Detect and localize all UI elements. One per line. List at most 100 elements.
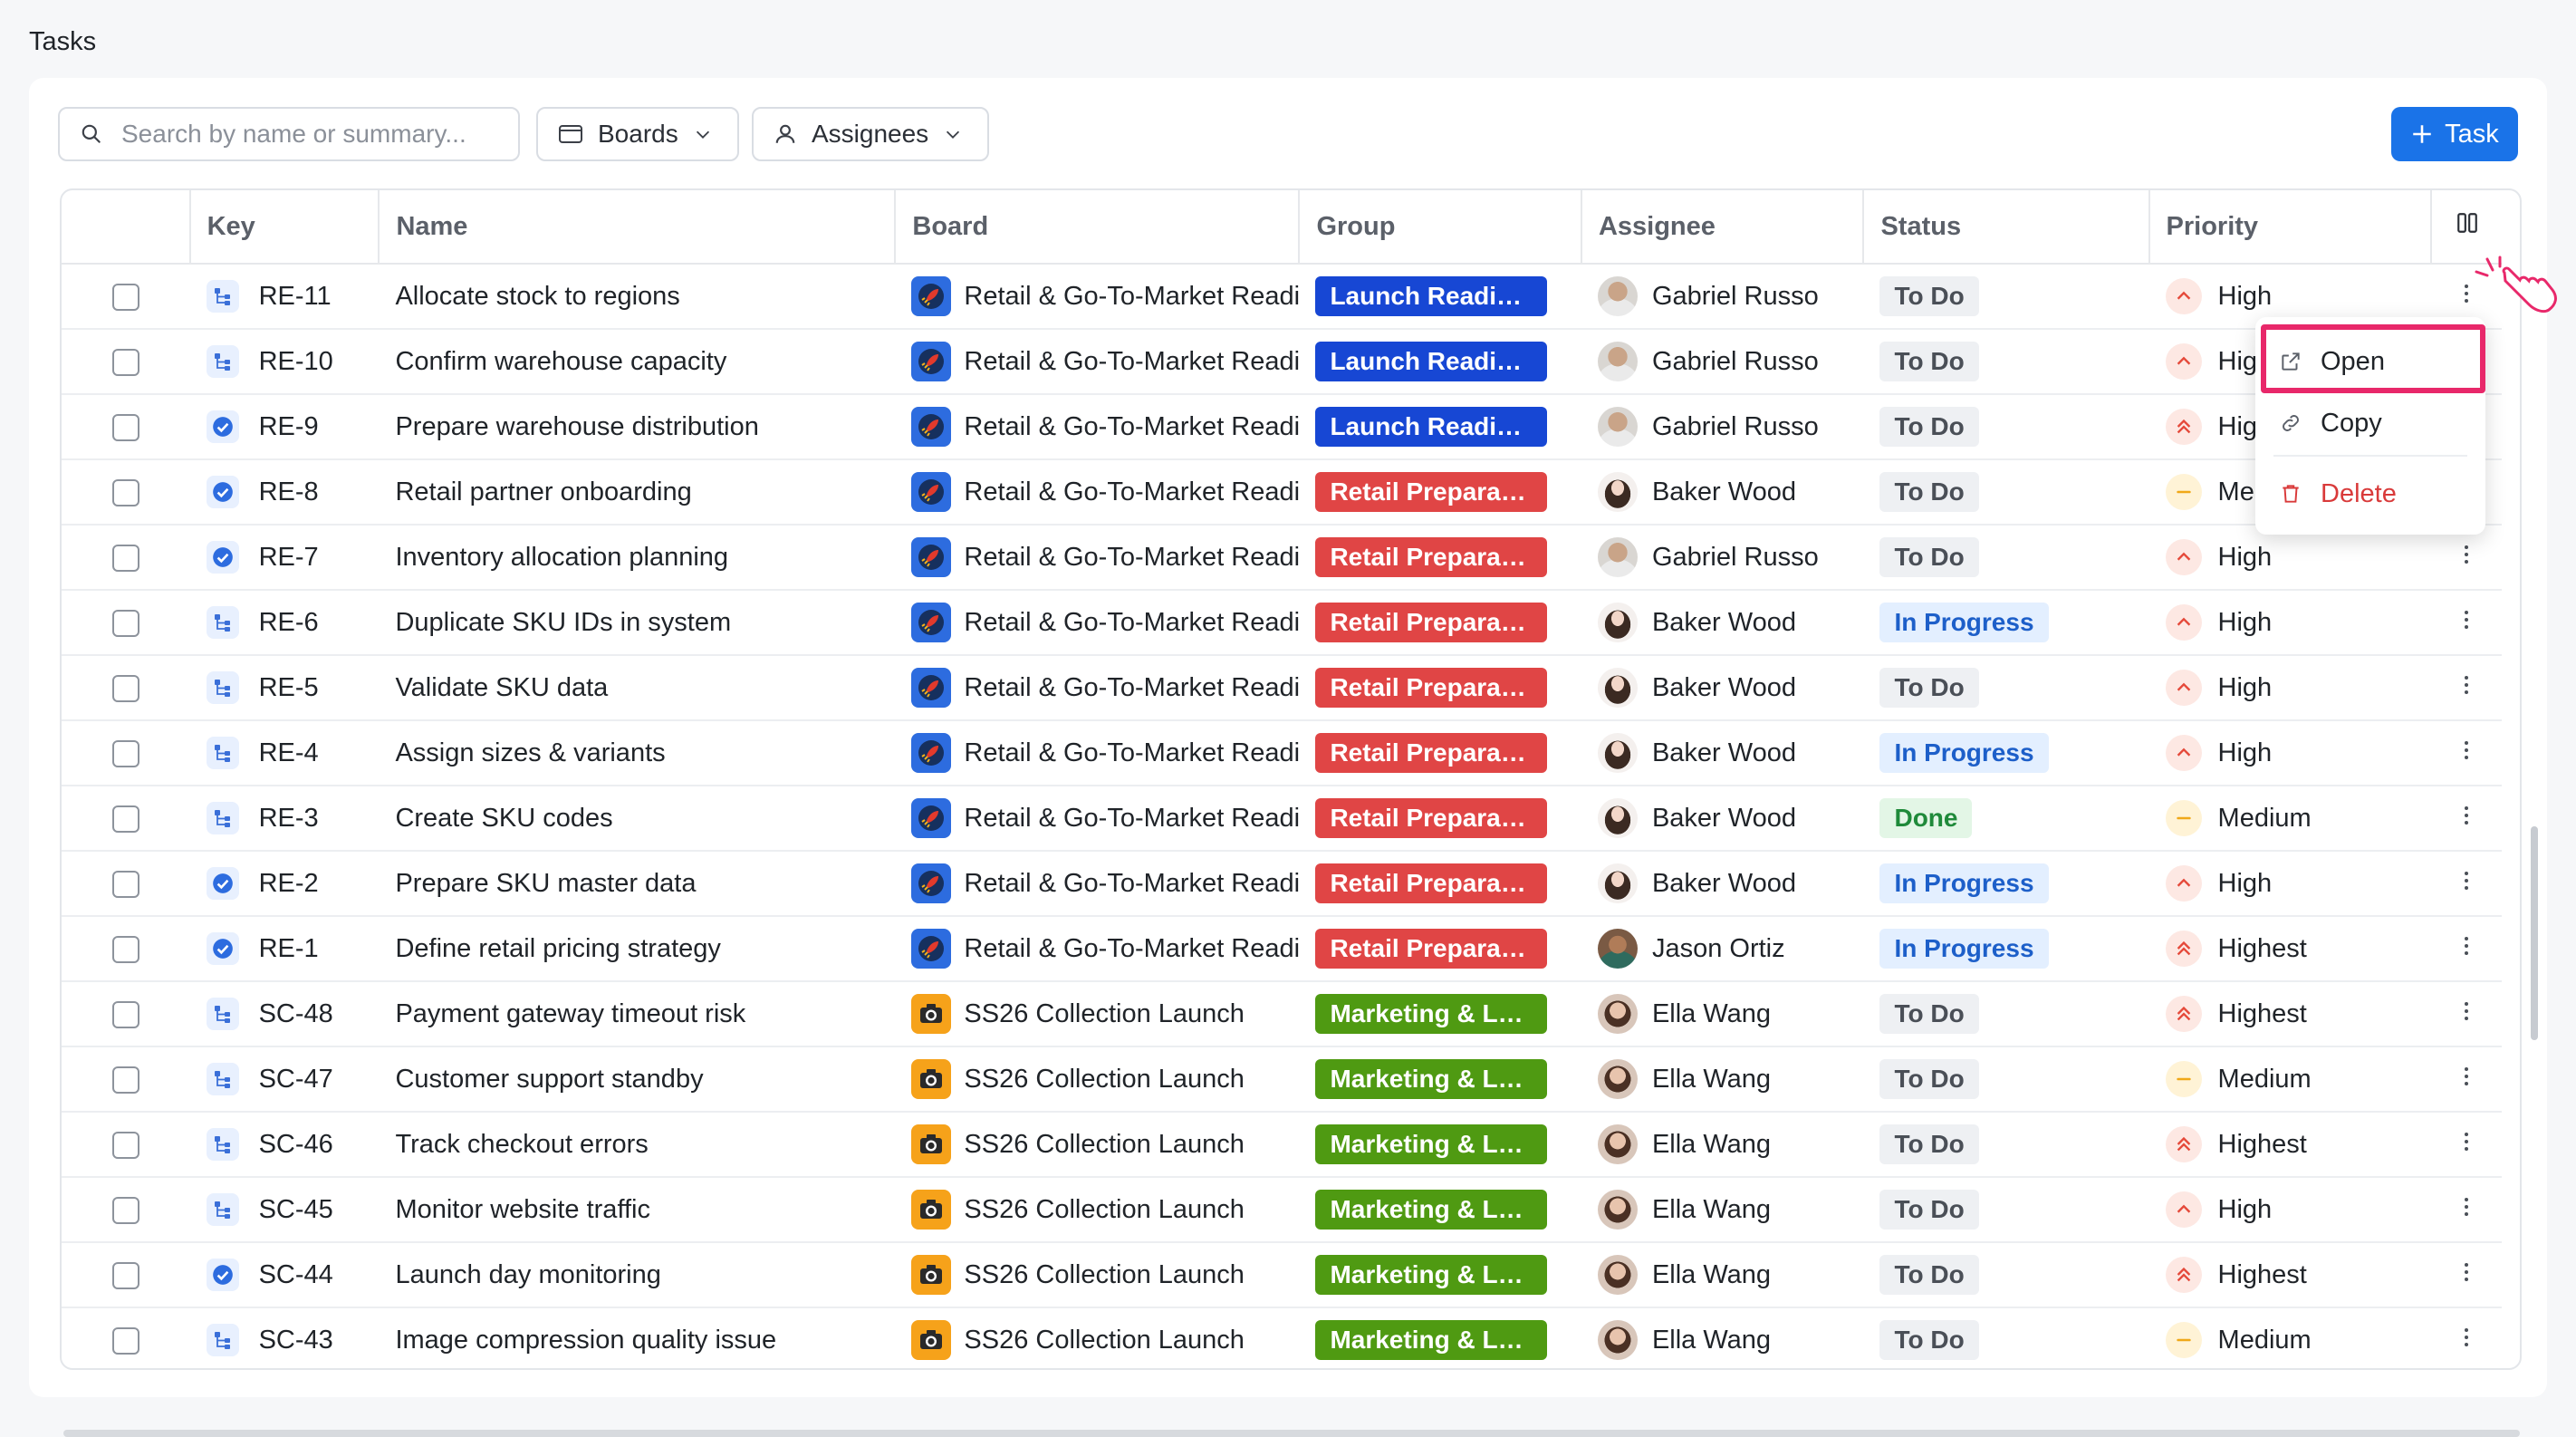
task-key[interactable]: RE-4 bbox=[259, 738, 319, 768]
task-name[interactable]: Image compression quality issue bbox=[395, 1326, 776, 1355]
row-actions-button[interactable] bbox=[2431, 720, 2502, 786]
table-row[interactable]: RE-6 Duplicate SKU IDs in system Retail & … bbox=[62, 590, 2502, 656]
status-badge[interactable]: To Do bbox=[1879, 407, 1979, 447]
task-name[interactable]: Validate SKU data bbox=[395, 673, 608, 702]
column-header-name[interactable]: Name bbox=[379, 190, 897, 265]
search-box[interactable] bbox=[58, 107, 520, 161]
row-checkbox[interactable] bbox=[111, 805, 139, 833]
column-header-key[interactable]: Key bbox=[189, 190, 380, 265]
column-header-status[interactable]: Status bbox=[1863, 190, 2150, 265]
row-actions-button[interactable] bbox=[2431, 786, 2502, 852]
assignees-filter-button[interactable]: Assignees bbox=[752, 107, 989, 161]
table-row[interactable]: SC-45 Monitor website traffic SS26 Collect… bbox=[62, 1177, 2502, 1243]
row-checkbox[interactable] bbox=[111, 1131, 139, 1159]
table-row[interactable]: RE-5 Validate SKU data Retail & Go-To-Mark… bbox=[62, 655, 2502, 721]
row-checkbox[interactable] bbox=[111, 413, 139, 441]
status-badge[interactable]: To Do bbox=[1879, 1190, 1979, 1230]
task-key[interactable]: RE-10 bbox=[259, 347, 333, 377]
table-row[interactable]: SC-44 Launch day monitoring SS26 Collectio… bbox=[62, 1242, 2502, 1308]
status-badge[interactable]: In Progress bbox=[1879, 929, 2049, 969]
status-badge[interactable]: In Progress bbox=[1879, 603, 2049, 642]
horizontal-scrollbar[interactable] bbox=[63, 1430, 2520, 1437]
row-actions-button[interactable] bbox=[2431, 916, 2502, 982]
task-key[interactable]: RE-11 bbox=[259, 282, 332, 312]
task-key[interactable]: SC-44 bbox=[259, 1260, 333, 1290]
copy-menu-item[interactable]: Copy bbox=[2255, 395, 2485, 451]
status-badge[interactable]: To Do bbox=[1879, 994, 1979, 1034]
row-checkbox[interactable] bbox=[111, 674, 139, 702]
status-badge[interactable]: To Do bbox=[1879, 472, 1979, 512]
row-actions-button[interactable] bbox=[2431, 1307, 2502, 1368]
row-checkbox[interactable] bbox=[111, 1261, 139, 1289]
column-settings-button[interactable] bbox=[2431, 190, 2502, 265]
row-actions-button[interactable] bbox=[2431, 981, 2502, 1047]
task-name[interactable]: Launch day monitoring bbox=[395, 1260, 660, 1289]
task-key[interactable]: SC-43 bbox=[259, 1326, 333, 1355]
row-checkbox[interactable] bbox=[111, 544, 139, 572]
status-badge[interactable]: In Progress bbox=[1879, 733, 2049, 773]
status-badge[interactable]: To Do bbox=[1879, 342, 1979, 381]
table-row[interactable]: SC-43 Image compression quality issue SS26… bbox=[62, 1307, 2502, 1368]
column-header-assignee[interactable]: Assignee bbox=[1581, 190, 1865, 265]
delete-menu-item[interactable]: Delete bbox=[2255, 466, 2485, 522]
status-badge[interactable]: To Do bbox=[1879, 1124, 1979, 1164]
task-key[interactable]: RE-3 bbox=[259, 804, 319, 834]
table-row[interactable]: RE-3 Create SKU codes Retail & Go-To-Marke… bbox=[62, 786, 2502, 852]
row-checkbox[interactable] bbox=[111, 609, 139, 637]
row-checkbox[interactable] bbox=[111, 739, 139, 767]
status-badge[interactable]: To Do bbox=[1879, 1255, 1979, 1295]
task-name[interactable]: Payment gateway timeout risk bbox=[395, 999, 745, 1028]
task-name[interactable]: Confirm warehouse capacity bbox=[395, 347, 726, 376]
table-row[interactable]: RE-9 Prepare warehouse distribution Retail… bbox=[62, 394, 2502, 460]
task-name[interactable]: Retail partner onboarding bbox=[395, 477, 691, 506]
task-key[interactable]: RE-2 bbox=[259, 869, 319, 899]
row-actions-button[interactable] bbox=[2431, 590, 2502, 656]
table-row[interactable]: SC-48 Payment gateway timeout risk SS26 Co… bbox=[62, 981, 2502, 1047]
task-key[interactable]: RE-6 bbox=[259, 608, 319, 638]
status-badge[interactable]: To Do bbox=[1879, 668, 1979, 708]
task-key[interactable]: RE-9 bbox=[259, 412, 319, 442]
vertical-scrollbar[interactable] bbox=[2531, 826, 2538, 1040]
table-row[interactable]: RE-10 Confirm warehouse capacity Retail & … bbox=[62, 329, 2502, 395]
row-actions-button[interactable] bbox=[2431, 1177, 2502, 1243]
row-checkbox[interactable] bbox=[111, 348, 139, 376]
task-key[interactable]: RE-8 bbox=[259, 477, 319, 507]
status-badge[interactable]: To Do bbox=[1879, 1059, 1979, 1099]
search-input[interactable] bbox=[120, 119, 504, 149]
row-checkbox[interactable] bbox=[111, 283, 139, 311]
row-actions-button[interactable] bbox=[2431, 851, 2502, 917]
row-actions-button[interactable] bbox=[2431, 1112, 2502, 1178]
row-checkbox[interactable] bbox=[111, 1326, 139, 1355]
table-row[interactable]: RE-1 Define retail pricing strategy Retail… bbox=[62, 916, 2502, 982]
status-badge[interactable]: To Do bbox=[1879, 276, 1979, 316]
task-name[interactable]: Customer support standby bbox=[395, 1065, 703, 1094]
task-name[interactable]: Prepare warehouse distribution bbox=[395, 412, 758, 441]
open-menu-item[interactable]: Open bbox=[2255, 333, 2485, 390]
status-badge[interactable]: Done bbox=[1879, 798, 1973, 838]
table-row[interactable]: RE-8 Retail partner onboarding Retail & Go… bbox=[62, 459, 2502, 526]
task-name[interactable]: Duplicate SKU IDs in system bbox=[395, 608, 731, 637]
row-actions-button[interactable] bbox=[2431, 1242, 2502, 1308]
row-checkbox[interactable] bbox=[111, 935, 139, 963]
table-row[interactable]: SC-47 Customer support standby SS26 Collec… bbox=[62, 1046, 2502, 1113]
row-checkbox[interactable] bbox=[111, 478, 139, 506]
task-name[interactable]: Monitor website traffic bbox=[395, 1195, 650, 1224]
row-actions-button[interactable] bbox=[2431, 1046, 2502, 1113]
task-name[interactable]: Assign sizes & variants bbox=[395, 738, 665, 767]
status-badge[interactable]: To Do bbox=[1879, 537, 1979, 577]
task-key[interactable]: SC-45 bbox=[259, 1195, 333, 1225]
task-key[interactable]: SC-46 bbox=[259, 1130, 333, 1160]
task-name[interactable]: Prepare SKU master data bbox=[395, 869, 696, 898]
task-key[interactable]: RE-1 bbox=[259, 934, 319, 964]
column-header-group[interactable]: Group bbox=[1299, 190, 1582, 265]
column-header-priority[interactable]: Priority bbox=[2148, 190, 2433, 265]
table-row[interactable]: RE-11 Allocate stock to regions Retail & G… bbox=[62, 264, 2502, 330]
status-badge[interactable]: To Do bbox=[1879, 1320, 1979, 1360]
row-checkbox[interactable] bbox=[111, 1196, 139, 1224]
table-row[interactable]: RE-2 Prepare SKU master data Retail & Go-T… bbox=[62, 851, 2502, 917]
column-header-board[interactable]: Board bbox=[895, 190, 1301, 265]
task-name[interactable]: Track checkout errors bbox=[395, 1130, 648, 1159]
task-key[interactable]: RE-5 bbox=[259, 673, 319, 703]
task-name[interactable]: Allocate stock to regions bbox=[395, 282, 679, 311]
boards-filter-button[interactable]: Boards bbox=[536, 107, 739, 161]
